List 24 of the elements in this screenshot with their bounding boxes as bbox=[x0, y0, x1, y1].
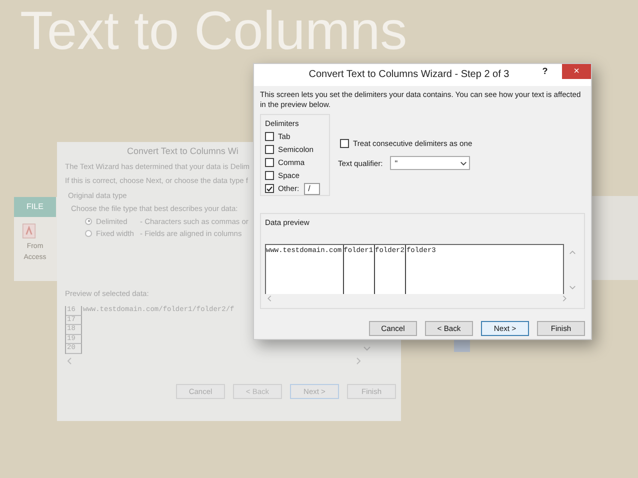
scroll-up-icon[interactable] bbox=[569, 250, 576, 255]
window-title: Convert Text to Columns Wi bbox=[127, 146, 238, 158]
checkbox[interactable] bbox=[265, 184, 274, 193]
radio-button[interactable] bbox=[85, 218, 92, 224]
qualifier-dropdown[interactable]: " bbox=[390, 156, 470, 170]
scroll-left-icon[interactable] bbox=[67, 357, 72, 365]
scroll-down-icon[interactable] bbox=[363, 346, 371, 351]
checkbox[interactable] bbox=[340, 139, 349, 148]
checkbox[interactable] bbox=[265, 158, 274, 167]
checkbox[interactable] bbox=[265, 145, 274, 154]
radio-button[interactable] bbox=[85, 230, 92, 236]
other-delimiter-field[interactable]: / bbox=[304, 182, 320, 194]
scroll-left-icon[interactable] bbox=[267, 295, 272, 302]
database-icon bbox=[22, 223, 36, 239]
caret-icon[interactable] bbox=[460, 160, 467, 166]
close-button[interactable]: × bbox=[562, 64, 591, 79]
checkbox[interactable] bbox=[265, 171, 274, 180]
scroll-right-icon[interactable] bbox=[356, 357, 361, 365]
scroll-down-icon[interactable] bbox=[569, 285, 576, 290]
checkbox[interactable] bbox=[265, 132, 274, 141]
help-button[interactable]: ? bbox=[538, 64, 552, 76]
scroll-right-icon[interactable] bbox=[562, 295, 567, 302]
window-title: Convert Text to Columns Wizard - Step 2 of 3 bbox=[308, 68, 510, 80]
square-icon bbox=[454, 340, 470, 352]
